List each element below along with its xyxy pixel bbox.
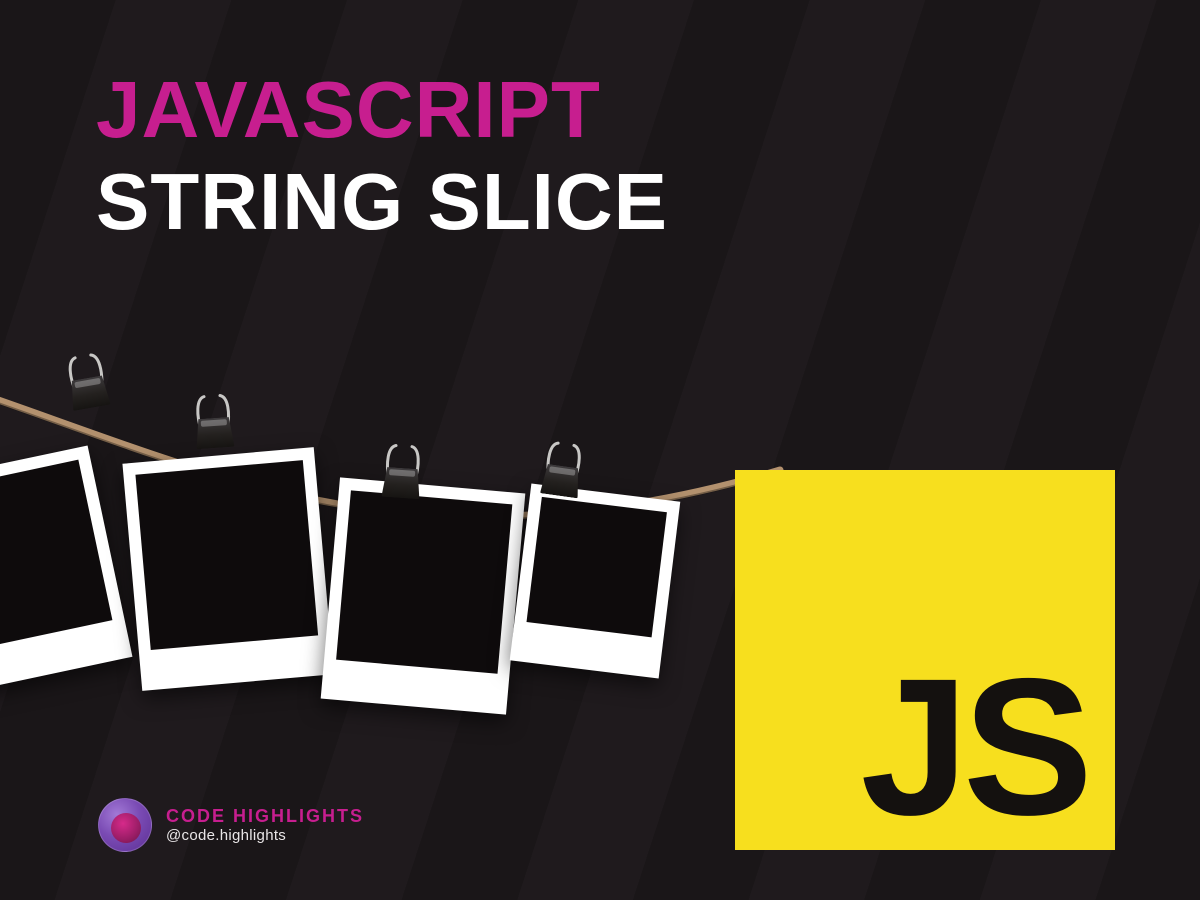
js-logo-label: JS xyxy=(860,668,1087,828)
binder-clip-icon xyxy=(188,388,241,461)
credit-handle: @code.highlights xyxy=(166,827,364,844)
avatar xyxy=(98,798,152,852)
graphic-canvas: JAVASCRIPT STRING SLICE JS CODE HIGHLIGH… xyxy=(0,0,1200,900)
js-logo: JS xyxy=(735,470,1115,850)
credit-text: CODE HIGHLIGHTS @code.highlights xyxy=(166,806,364,844)
polaroid-frame xyxy=(510,484,681,679)
polaroid-photo xyxy=(0,460,112,653)
title-line-1: JAVASCRIPT xyxy=(96,70,668,150)
title-line-2: STRING SLICE xyxy=(96,160,668,244)
polaroid-frame xyxy=(122,447,333,691)
polaroid-frame xyxy=(321,477,526,714)
polaroid-photo xyxy=(336,490,512,673)
polaroid-frame xyxy=(0,445,132,694)
polaroid-photo xyxy=(526,497,666,637)
page-title: JAVASCRIPT STRING SLICE xyxy=(96,70,668,244)
binder-clip-icon xyxy=(58,346,117,423)
credit-badge: CODE HIGHLIGHTS @code.highlights xyxy=(98,798,364,852)
credit-brand: CODE HIGHLIGHTS xyxy=(166,806,364,827)
polaroid-photo xyxy=(135,460,318,650)
